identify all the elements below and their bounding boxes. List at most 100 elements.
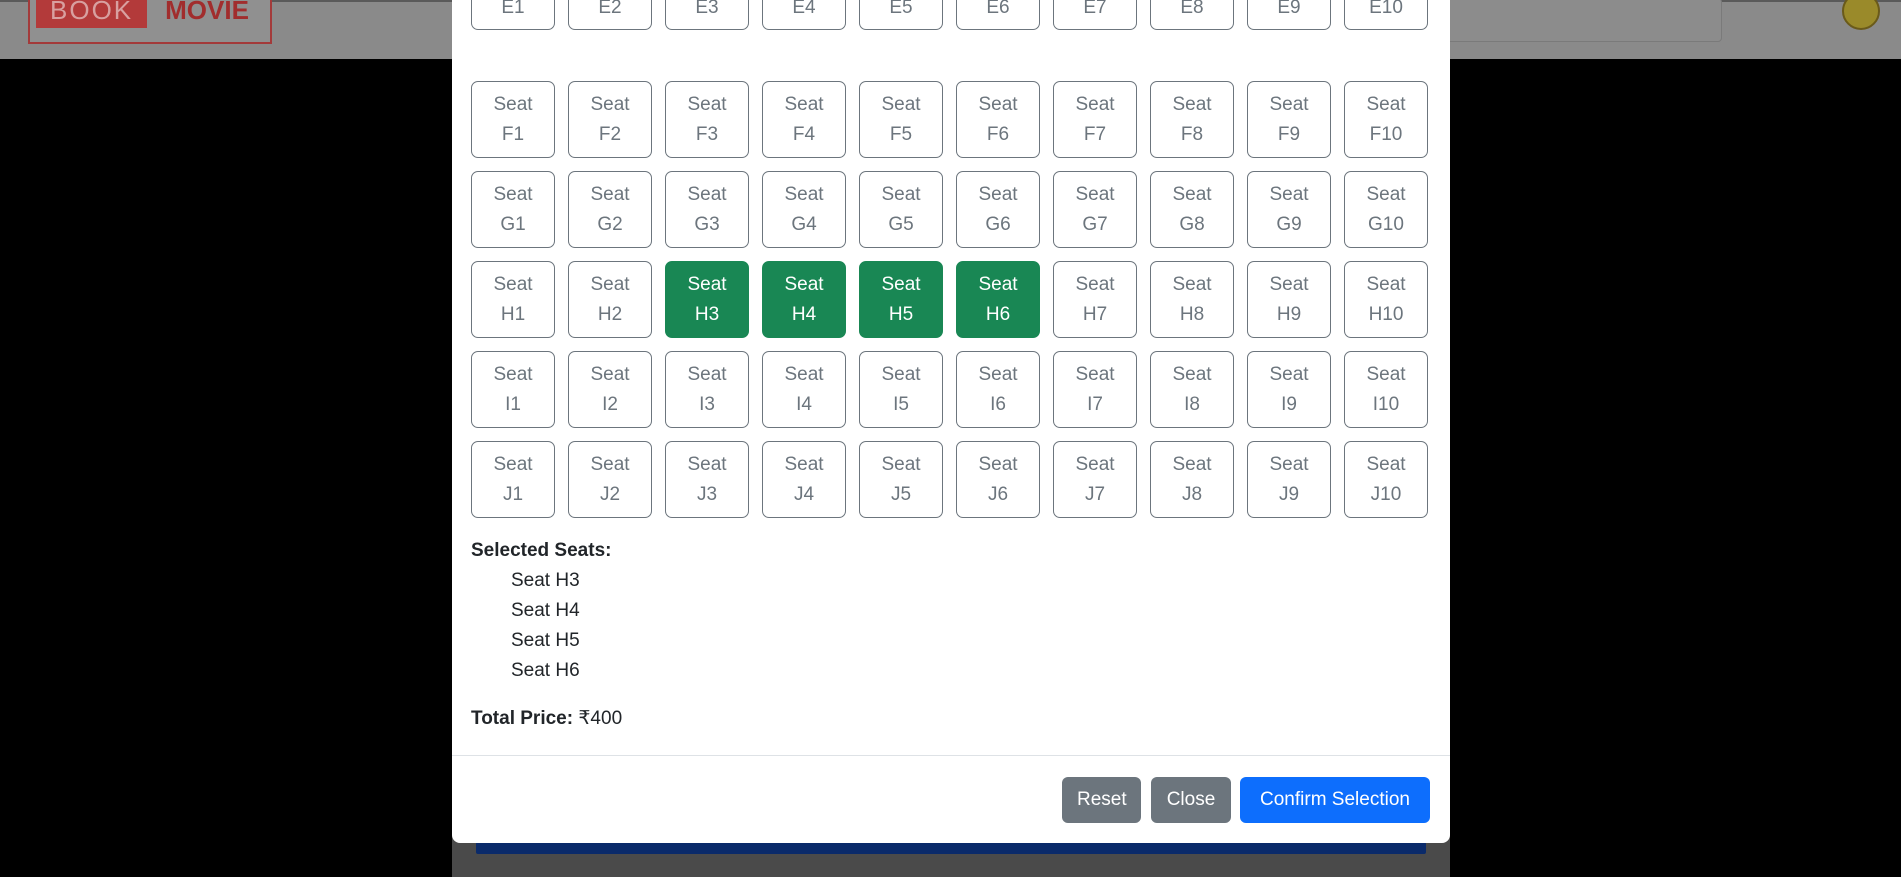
- seat-prefix: Seat: [1366, 183, 1406, 205]
- seat-i10[interactable]: Seat I10: [1344, 351, 1428, 428]
- seat-e4[interactable]: E4: [762, 0, 846, 30]
- seat-f7[interactable]: Seat F7: [1053, 81, 1137, 158]
- seat-e5[interactable]: E5: [859, 0, 943, 30]
- seat-label: F10: [1369, 123, 1403, 145]
- seat-h1[interactable]: Seat H1: [471, 261, 555, 338]
- seat-f8[interactable]: Seat F8: [1150, 81, 1234, 158]
- seat-g7[interactable]: Seat G7: [1053, 171, 1137, 248]
- avatar[interactable]: [1842, 0, 1880, 30]
- seat-row-j: Seat J1 Seat J2 Seat J3 Seat J4 Seat J5 Seat J6 Seat…: [471, 441, 1428, 518]
- seat-i9[interactable]: Seat I9: [1247, 351, 1331, 428]
- seat-h3[interactable]: Seat H3: [665, 261, 749, 338]
- seat-g10[interactable]: Seat G10: [1344, 171, 1428, 248]
- seat-prefix: Seat: [1075, 453, 1115, 475]
- seat-label: F5: [889, 123, 913, 145]
- seat-f4[interactable]: Seat F4: [762, 81, 846, 158]
- seat-f2[interactable]: Seat F2: [568, 81, 652, 158]
- seat-f5[interactable]: Seat F5: [859, 81, 943, 158]
- seat-label: E4: [792, 0, 816, 18]
- seat-j2[interactable]: Seat J2: [568, 441, 652, 518]
- seat-prefix: Seat: [978, 183, 1018, 205]
- seat-i3[interactable]: Seat I3: [665, 351, 749, 428]
- seat-i7[interactable]: Seat I7: [1053, 351, 1137, 428]
- seat-g3[interactable]: Seat G3: [665, 171, 749, 248]
- seat-f10[interactable]: Seat F10: [1344, 81, 1428, 158]
- selected-seats-title: Selected Seats:: [471, 540, 612, 561]
- seat-i5[interactable]: Seat I5: [859, 351, 943, 428]
- seat-j5[interactable]: Seat J5: [859, 441, 943, 518]
- seat-e7[interactable]: E7: [1053, 0, 1137, 30]
- seat-prefix: Seat: [1269, 93, 1309, 115]
- seat-h4[interactable]: Seat H4: [762, 261, 846, 338]
- seat-h10[interactable]: Seat H10: [1344, 261, 1428, 338]
- seat-j10[interactable]: Seat J10: [1344, 441, 1428, 518]
- seat-label: E10: [1369, 0, 1403, 18]
- seat-prefix: Seat: [1269, 183, 1309, 205]
- seat-e1[interactable]: E1: [471, 0, 555, 30]
- seat-prefix: Seat: [978, 273, 1018, 295]
- seat-e3[interactable]: E3: [665, 0, 749, 30]
- seat-g9[interactable]: Seat G9: [1247, 171, 1331, 248]
- seat-f1[interactable]: Seat F1: [471, 81, 555, 158]
- seat-label: G1: [500, 213, 526, 235]
- seat-f6[interactable]: Seat F6: [956, 81, 1040, 158]
- seat-j7[interactable]: Seat J7: [1053, 441, 1137, 518]
- seat-prefix: Seat: [881, 363, 921, 385]
- seat-prefix: Seat: [978, 93, 1018, 115]
- seat-prefix: Seat: [590, 363, 630, 385]
- seat-i2[interactable]: Seat I2: [568, 351, 652, 428]
- seat-prefix: Seat: [590, 183, 630, 205]
- seat-i6[interactable]: Seat I6: [956, 351, 1040, 428]
- seat-label: G5: [888, 213, 914, 235]
- seat-h7[interactable]: Seat H7: [1053, 261, 1137, 338]
- site-logo[interactable]: BOOK MOVIE: [28, 0, 272, 44]
- seat-j3[interactable]: Seat J3: [665, 441, 749, 518]
- seat-h5[interactable]: Seat H5: [859, 261, 943, 338]
- seat-label: J2: [599, 483, 621, 505]
- seat-g8[interactable]: Seat G8: [1150, 171, 1234, 248]
- seat-j6[interactable]: Seat J6: [956, 441, 1040, 518]
- confirm-selection-button[interactable]: Confirm Selection: [1240, 777, 1430, 823]
- seat-h9[interactable]: Seat H9: [1247, 261, 1331, 338]
- logo-book-text: BOOK: [36, 0, 148, 28]
- seat-g4[interactable]: Seat G4: [762, 171, 846, 248]
- seat-g5[interactable]: Seat G5: [859, 171, 943, 248]
- seat-i8[interactable]: Seat I8: [1150, 351, 1234, 428]
- close-button[interactable]: Close: [1151, 777, 1231, 823]
- seat-label: H8: [1179, 303, 1205, 325]
- seat-prefix: Seat: [1075, 363, 1115, 385]
- seat-label: G8: [1179, 213, 1205, 235]
- seat-h8[interactable]: Seat H8: [1150, 261, 1234, 338]
- seat-label: E6: [986, 0, 1010, 18]
- seat-label: I5: [893, 393, 909, 415]
- seat-prefix: Seat: [784, 93, 824, 115]
- seat-i4[interactable]: Seat I4: [762, 351, 846, 428]
- seat-label: I9: [1281, 393, 1297, 415]
- seat-h6[interactable]: Seat H6: [956, 261, 1040, 338]
- seat-e8[interactable]: E8: [1150, 0, 1234, 30]
- total-price-label: Total Price:: [471, 708, 574, 729]
- seat-label: E1: [501, 0, 525, 18]
- seat-h2[interactable]: Seat H2: [568, 261, 652, 338]
- seat-e9[interactable]: E9: [1247, 0, 1331, 30]
- seat-prefix: Seat: [1172, 363, 1212, 385]
- seat-f9[interactable]: Seat F9: [1247, 81, 1331, 158]
- seat-e10[interactable]: E10: [1344, 0, 1428, 30]
- seat-j4[interactable]: Seat J4: [762, 441, 846, 518]
- seat-g2[interactable]: Seat G2: [568, 171, 652, 248]
- selected-seats-list: Seat H3 Seat H4 Seat H5 Seat H6: [511, 566, 580, 686]
- seat-g1[interactable]: Seat G1: [471, 171, 555, 248]
- seat-label: E9: [1277, 0, 1301, 18]
- seat-e2[interactable]: E2: [568, 0, 652, 30]
- seat-prefix: Seat: [493, 183, 533, 205]
- seat-g6[interactable]: Seat G6: [956, 171, 1040, 248]
- seat-selection-modal: E1 E2 E3 E4 E5 E6 E7 E8 E9 E10 Seat F1 Seat F2 Seat F3…: [452, 0, 1450, 843]
- seat-f3[interactable]: Seat F3: [665, 81, 749, 158]
- seat-j9[interactable]: Seat J9: [1247, 441, 1331, 518]
- seat-i1[interactable]: Seat I1: [471, 351, 555, 428]
- seat-e6[interactable]: E6: [956, 0, 1040, 30]
- reset-button[interactable]: Reset: [1062, 777, 1141, 823]
- seat-j8[interactable]: Seat J8: [1150, 441, 1234, 518]
- seat-j1[interactable]: Seat J1: [471, 441, 555, 518]
- seat-prefix: Seat: [687, 183, 727, 205]
